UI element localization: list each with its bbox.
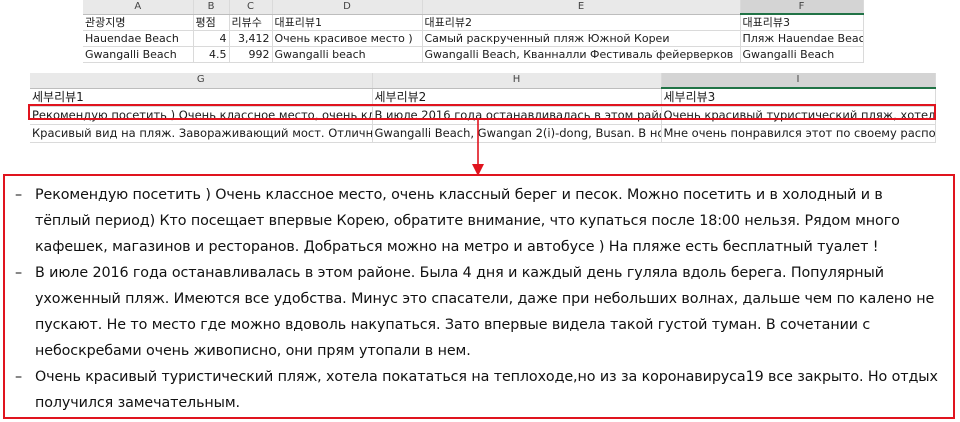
column-header[interactable]: E bbox=[422, 0, 741, 15]
cell[interactable]: 관광지명 bbox=[83, 14, 194, 31]
list-item: – Рекомендую посетить ) Очень классное м… bbox=[15, 182, 939, 260]
review-list: – Рекомендую посетить ) Очень классное м… bbox=[5, 176, 953, 416]
column-header[interactable]: C bbox=[229, 0, 273, 15]
cell[interactable]: 리뷰수 bbox=[229, 14, 273, 31]
column-header[interactable]: D bbox=[272, 0, 423, 15]
cell[interactable]: 세부리뷰1 bbox=[30, 88, 373, 107]
cell[interactable]: Gwangalli Beach, Gwangan 2(i)-dong, Busa… bbox=[372, 124, 662, 143]
cell[interactable]: Hauendae Beach bbox=[83, 30, 194, 47]
cell[interactable]: 평점 bbox=[193, 14, 230, 31]
review-text: Очень красивый туристический пляж, хотел… bbox=[35, 369, 938, 411]
cell[interactable]: Рекомендую посетить ) Очень классное мес… bbox=[30, 106, 373, 125]
cell[interactable]: 3,412 bbox=[229, 30, 273, 47]
column-header-row: A B C D E F bbox=[83, 0, 864, 15]
cell[interactable]: 대표리뷰2 bbox=[422, 14, 741, 31]
cell[interactable]: Очень красивое место ) bbox=[272, 30, 423, 47]
cell[interactable]: Gwangalli beach bbox=[272, 46, 423, 63]
cell[interactable]: Gwangalli Beach bbox=[740, 46, 864, 63]
cell[interactable]: Красивый вид на пляж. Завораживающий мос… bbox=[30, 124, 373, 143]
list-item: – В июле 2016 года останавливалась в это… bbox=[15, 260, 939, 364]
cell[interactable]: 대표리뷰3 bbox=[740, 14, 864, 31]
cell[interactable]: Мне очень понравился этот по своему расп… bbox=[661, 124, 936, 143]
bullet-dash: – bbox=[15, 265, 23, 281]
column-header[interactable]: H bbox=[372, 73, 662, 89]
table-row: Hauendae Beach 4 3,412 Очень красивое ме… bbox=[83, 30, 864, 47]
list-item: – Очень красивый туристический пляж, хот… bbox=[15, 364, 939, 416]
cell[interactable]: 세부리뷰2 bbox=[372, 88, 662, 107]
bullet-dash: – bbox=[15, 187, 23, 203]
cell[interactable]: Пляж Hauendae Beach bbox=[740, 30, 864, 47]
column-header-selected[interactable]: F bbox=[740, 0, 864, 15]
cell[interactable]: В июле 2016 года останавливалась в этом … bbox=[372, 106, 662, 125]
cell[interactable]: 992 bbox=[229, 46, 273, 63]
spreadsheet-top: A B C D E F 관광지명 평점 리뷰수 대표리뷰1 대표리뷰2 대표리뷰… bbox=[83, 0, 864, 63]
column-header[interactable]: G bbox=[30, 73, 373, 89]
cell[interactable]: Gwangalli Beach, Кванналли Фестиваль фей… bbox=[422, 46, 741, 63]
arrow-down-icon bbox=[472, 120, 484, 176]
bullet-dash: – bbox=[15, 369, 23, 385]
cell[interactable]: 4.5 bbox=[193, 46, 230, 63]
table-row: Gwangalli Beach 4.5 992 Gwangalli beach … bbox=[83, 46, 864, 63]
column-header[interactable]: B bbox=[193, 0, 230, 15]
table-row: 세부리뷰1 세부리뷰2 세부리뷰3 bbox=[30, 88, 936, 107]
column-header[interactable]: A bbox=[83, 0, 194, 15]
review-text: В июле 2016 года останавливалась в этом … bbox=[35, 265, 935, 359]
review-text: Рекомендую посетить ) Очень классное мес… bbox=[35, 187, 900, 255]
table-row: 관광지명 평점 리뷰수 대표리뷰1 대표리뷰2 대표리뷰3 bbox=[83, 14, 864, 31]
column-header-row: G H I bbox=[30, 73, 936, 89]
column-header-selected[interactable]: I bbox=[661, 73, 936, 89]
cell[interactable]: 4 bbox=[193, 30, 230, 47]
review-callout-box: – Рекомендую посетить ) Очень классное м… bbox=[3, 174, 955, 419]
cell[interactable]: Самый раскрученный пляж Южной Кореи bbox=[422, 30, 741, 47]
cell[interactable]: Gwangalli Beach bbox=[83, 46, 194, 63]
cell[interactable]: 세부리뷰3 bbox=[661, 88, 936, 107]
cell[interactable]: 대표리뷰1 bbox=[272, 14, 423, 31]
cell[interactable]: Очень красивый туристический пляж, хотел… bbox=[661, 106, 936, 125]
